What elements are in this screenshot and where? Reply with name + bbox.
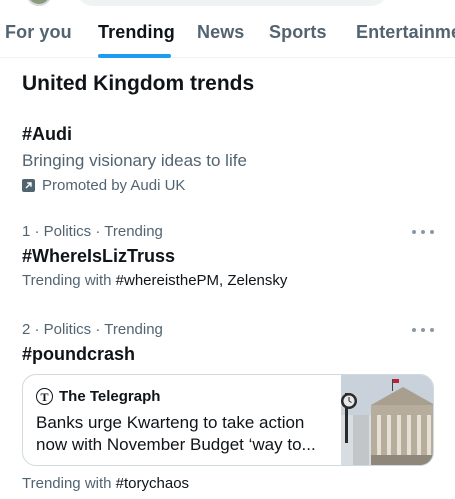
trend-context: · Politics · Trending	[30, 321, 163, 338]
trending-with-terms[interactable]: #whereisthePM, Zelensky	[116, 272, 288, 289]
trend-context: · Politics · Trending	[30, 223, 163, 240]
tab-active-indicator	[98, 54, 171, 58]
promoted-by: Promoted by Audi UK	[22, 177, 185, 194]
news-source: T The Telegraph	[36, 388, 160, 405]
promoted-hashtag[interactable]: #Audi	[22, 124, 72, 145]
trend-1-meta: 1 · Politics · Trending	[22, 223, 163, 240]
tab-sports[interactable]: Sports	[269, 22, 327, 43]
trend-2-related: Trending with #torychaos	[22, 475, 189, 492]
explore-page: For you Trending News Sports Entertainme…	[0, 0, 455, 499]
tab-trending[interactable]: Trending	[98, 22, 175, 43]
tab-for-you[interactable]: For you	[5, 22, 72, 43]
more-options-icon[interactable]	[412, 226, 434, 238]
promoted-by-label: Promoted by Audi UK	[42, 177, 186, 194]
trend-1-hashtag[interactable]: #WhereIsLizTruss	[22, 246, 175, 267]
tab-entertainment[interactable]: Entertainme	[356, 22, 455, 43]
news-image	[341, 375, 433, 465]
trending-with-label: Trending with	[22, 475, 116, 492]
avatar[interactable]	[26, 0, 52, 6]
explore-tabs: For you Trending News Sports Entertainme	[0, 10, 455, 58]
top-bar	[0, 0, 455, 10]
telegraph-logo-icon: T	[36, 388, 53, 405]
tab-news[interactable]: News	[197, 22, 244, 43]
news-card[interactable]: T The Telegraph Banks urge Kwarteng to t…	[22, 374, 434, 466]
promoted-icon	[22, 179, 35, 192]
news-source-name: The Telegraph	[59, 388, 161, 405]
section-title: United Kingdom trends	[22, 72, 255, 95]
trend-2-hashtag[interactable]: #poundcrash	[22, 344, 135, 365]
trend-2-meta: 2 · Politics · Trending	[22, 321, 163, 338]
trending-with-label: Trending with	[22, 272, 116, 289]
promoted-description: Bringing visionary ideas to life	[22, 151, 247, 170]
search-input[interactable]	[76, 0, 388, 6]
news-headline: Banks urge Kwarteng to take action now w…	[36, 413, 316, 454]
trend-1-related: Trending with #whereisthePM, Zelensky	[22, 272, 287, 289]
trending-with-terms[interactable]: #torychaos	[116, 475, 189, 492]
more-options-icon[interactable]	[412, 324, 434, 336]
